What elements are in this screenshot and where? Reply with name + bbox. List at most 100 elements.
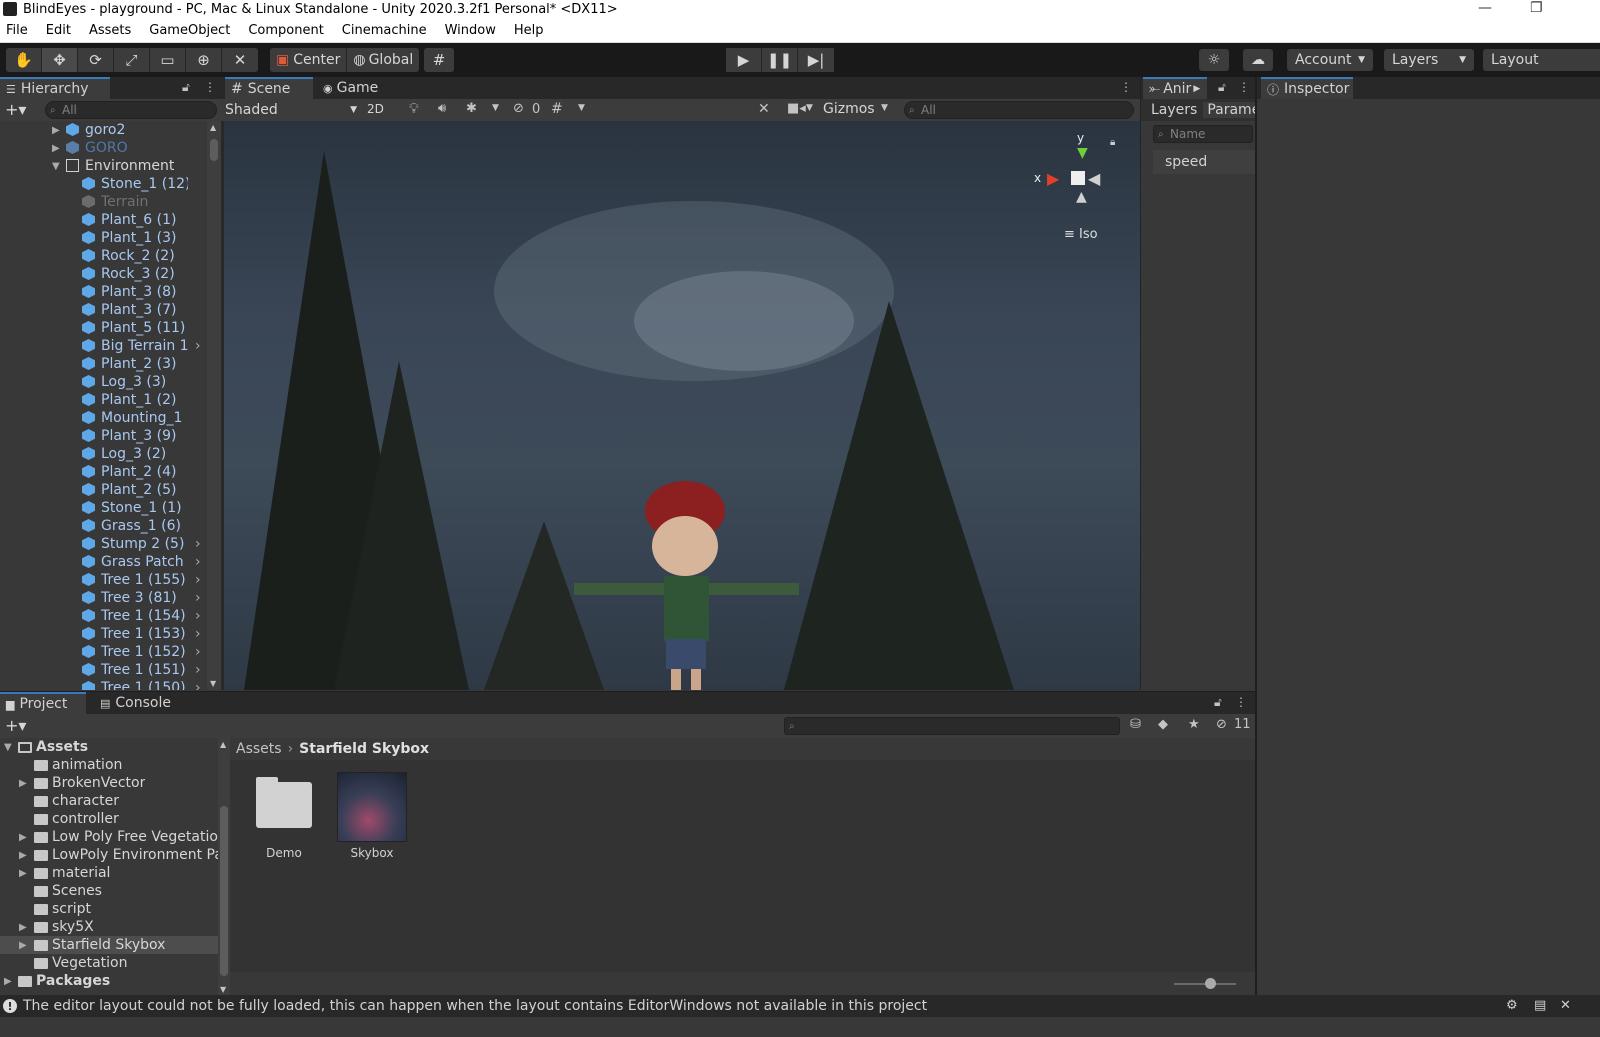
hierarchy-item[interactable]: Plant_6 (1) (0, 211, 207, 229)
param-name[interactable]: speed (1153, 154, 1207, 170)
more-menu-icon[interactable]: ⋮ (204, 80, 216, 94)
chevron-right-icon[interactable]: › (195, 626, 201, 642)
param-row[interactable]: speed (1153, 150, 1256, 174)
project-folder-item[interactable]: ▶ BrokenVector (0, 774, 218, 792)
filter-label-icon[interactable]: ◆ (1158, 717, 1168, 732)
pivot-center-toggle[interactable]: ▣ Center (270, 48, 348, 72)
hierarchy-item[interactable]: Stone_1 (12) (0, 175, 207, 193)
projection-toggle[interactable]: ≡ Iso (1064, 227, 1098, 242)
menu-edit[interactable]: Edit (37, 23, 80, 38)
collapse-arrow-icon[interactable]: ▶ (19, 850, 27, 861)
collapse-arrow-icon[interactable]: ▶ (19, 778, 27, 789)
play-button[interactable]: ▶ (726, 48, 762, 72)
project-folder-item[interactable]: ▶ LowPoly Environment Pa (0, 846, 218, 864)
gizmo-center-cube[interactable] (1071, 171, 1085, 185)
filter-type-icon[interactable]: ⛁ (1130, 717, 1141, 732)
menu-cinemachine[interactable]: Cinemachine (333, 23, 436, 38)
pause-button[interactable]: ❚❚ (762, 48, 798, 72)
rotate-tool-icon[interactable]: ⟳ (78, 48, 114, 72)
project-search-input[interactable]: ⌕ (784, 717, 1120, 735)
hierarchy-item[interactable]: Plant_5 (11) (0, 319, 207, 337)
project-folder-item[interactable]: animation (0, 756, 218, 774)
hierarchy-item[interactable]: Plant_2 (5) (0, 481, 207, 499)
hierarchy-item[interactable]: Tree 1 (151) › (0, 661, 207, 679)
project-folder-item[interactable]: ▶ sky5X (0, 918, 218, 936)
account-dropdown[interactable]: Account ▼ (1287, 49, 1373, 71)
tab-layers[interactable]: Layers (1141, 102, 1203, 118)
hierarchy-item[interactable]: Grass_1 (6) (0, 517, 207, 535)
collapse-arrow-icon[interactable]: ▶ (19, 922, 27, 933)
tab-animator[interactable]: ⤜ Anir ▶ (1143, 77, 1207, 99)
lock-icon[interactable]: 🔓︎ (1218, 80, 1226, 95)
chevron-right-icon[interactable]: › (195, 662, 201, 678)
breadcrumb-root[interactable]: Assets (236, 741, 282, 757)
add-object-button[interactable]: +▾ (5, 100, 26, 119)
gizmo-y-axis-icon[interactable]: ▼ (1077, 145, 1088, 161)
menu-component[interactable]: Component (239, 23, 332, 38)
hierarchy-item[interactable]: Tree 1 (153) › (0, 625, 207, 643)
chevron-right-icon[interactable]: › (195, 644, 201, 660)
zoom-slider-thumb[interactable] (1205, 978, 1216, 989)
chevron-right-icon[interactable]: › (195, 536, 201, 552)
hierarchy-item[interactable]: Big Terrain 1 › (0, 337, 207, 355)
progress-icon[interactable]: ▤ (1534, 998, 1546, 1013)
hierarchy-item[interactable]: Plant_2 (3) (0, 355, 207, 373)
status-message[interactable]: The editor layout could not be fully loa… (23, 998, 927, 1014)
hand-tool-icon[interactable]: ✋ (6, 48, 42, 72)
shading-mode-dropdown[interactable]: Shaded ▼ (225, 99, 357, 121)
debug-icon[interactable]: ✕ (1560, 998, 1571, 1013)
hierarchy-item[interactable]: Plant_3 (9) (0, 427, 207, 445)
menu-file[interactable]: File (0, 23, 37, 38)
hierarchy-item[interactable]: Tree 1 (155) › (0, 571, 207, 589)
hierarchy-item[interactable]: Log_3 (3) (0, 373, 207, 391)
hierarchy-item[interactable]: Terrain (0, 193, 207, 211)
space-global-toggle[interactable]: ◍ Global (347, 48, 419, 72)
collapse-arrow-icon[interactable]: ▶ (4, 976, 12, 987)
lighting-icon[interactable]: 💡︎ (409, 101, 419, 117)
custom-tool-icon[interactable]: ✕ (222, 48, 258, 72)
orientation-gizmo[interactable]: y ▼ x ▶ ◀ ▲ 🔒︎ ≡ Iso (1034, 131, 1134, 251)
hierarchy-item[interactable]: Tree 3 (81) › (0, 589, 207, 607)
project-folder-item[interactable]: controller (0, 810, 218, 828)
network-icon[interactable]: ⚙ (1506, 998, 1518, 1013)
gizmo-neg-y-icon[interactable]: ▲ (1076, 189, 1087, 205)
lock-icon[interactable]: 🔓︎ (1214, 695, 1222, 710)
chevron-right-icon[interactable]: › (195, 554, 201, 570)
hierarchy-item[interactable]: Tree 1 (154) › (0, 607, 207, 625)
audio-icon[interactable]: 🔊︎ (438, 101, 446, 116)
scrollbar-thumb[interactable] (220, 806, 228, 976)
chevron-down-icon[interactable]: ▼ (806, 103, 813, 113)
lock-icon[interactable]: 🔓︎ (182, 80, 190, 95)
transform-tool-icon[interactable]: ⊕ (186, 48, 222, 72)
effects-icon[interactable]: ✱ (466, 101, 477, 116)
project-folder-item[interactable]: ▶ Starfield Skybox (0, 936, 218, 954)
chevron-down-icon[interactable]: ▼ (492, 103, 499, 113)
rect-tool-icon[interactable]: ▭ (150, 48, 186, 72)
favorite-star-icon[interactable]: ★ (1188, 717, 1200, 732)
expand-arrow-icon[interactable]: ▼ (4, 742, 12, 753)
hierarchy-item[interactable]: Log_3 (2) (0, 445, 207, 463)
more-menu-icon[interactable]: ⋮ (1235, 695, 1247, 709)
hierarchy-item[interactable]: Plant_3 (8) (0, 283, 207, 301)
hierarchy-item[interactable]: Plant_3 (7) (0, 301, 207, 319)
hierarchy-item[interactable]: ▶ GORO (0, 139, 207, 157)
tab-game[interactable]: ◉ Game (317, 77, 387, 99)
hierarchy-item[interactable]: Grass Patch 3 › (0, 553, 207, 571)
hierarchy-item[interactable]: Tree 1 (150) › (0, 679, 207, 690)
menu-help[interactable]: Help (505, 23, 553, 38)
animator-param-search[interactable]: ⌕ Name (1153, 125, 1253, 143)
tools-icon[interactable]: ✕ (758, 101, 770, 117)
tab-scene[interactable]: # Scene (225, 77, 313, 99)
collapse-arrow-icon[interactable]: ▶ (19, 940, 27, 951)
collapse-arrow-icon[interactable]: ▶ (19, 868, 27, 879)
gizmo-x-axis-icon[interactable]: ▶ (1047, 169, 1059, 188)
scroll-up-icon[interactable]: ▲ (210, 123, 216, 132)
hierarchy-item[interactable]: Plant_2 (4) (0, 463, 207, 481)
2d-toggle[interactable]: 2D (367, 102, 384, 116)
restore-button[interactable]: ❐ (1530, 0, 1543, 16)
services-button[interactable]: ☼ (1199, 49, 1229, 71)
collapse-arrow-icon[interactable]: ▶ (52, 125, 60, 136)
scroll-down-icon[interactable]: ▼ (220, 985, 226, 994)
minimize-button[interactable]: — (1478, 0, 1492, 16)
menu-assets[interactable]: Assets (80, 23, 140, 38)
